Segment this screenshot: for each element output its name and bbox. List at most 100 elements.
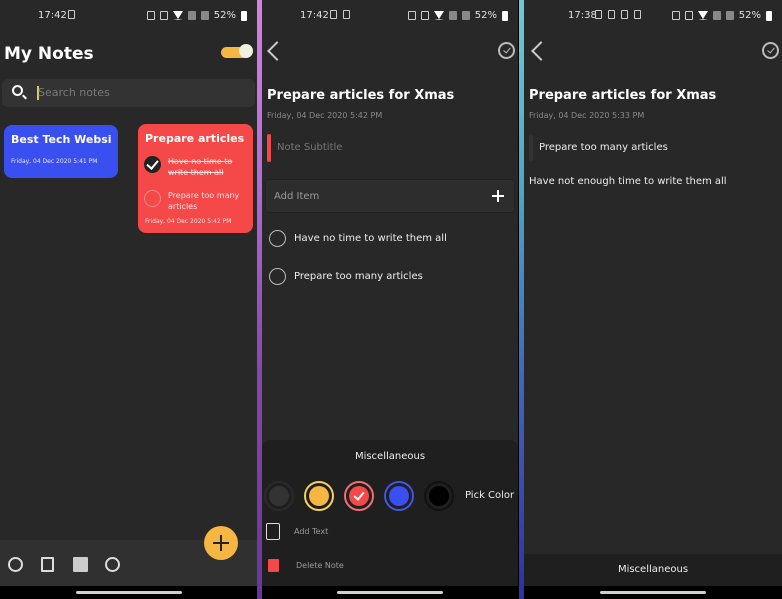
wifi-icon	[697, 11, 708, 20]
status-bar: 17:42 52%	[262, 8, 518, 24]
battery-percent: 52%	[213, 10, 236, 21]
wifi-icon	[172, 11, 183, 20]
checklist-item[interactable]: Have no time to write them all	[144, 156, 244, 178]
color-swatch-red[interactable]	[344, 481, 374, 511]
home-indicator[interactable]	[75, 591, 182, 594]
note-subtitle-input[interactable]: Note Subtitle	[277, 142, 342, 153]
home-indicator[interactable]	[337, 591, 443, 594]
back-icon[interactable]	[531, 41, 551, 61]
checked-icon[interactable]	[144, 156, 161, 173]
status-bar: 17:42 52%	[0, 8, 257, 24]
pick-color-button[interactable]: Pick Color	[465, 490, 514, 501]
signal-icon	[712, 11, 721, 20]
sun-icon	[239, 44, 253, 58]
checklist-item-text: Prepare too many articles	[168, 191, 240, 211]
status-time: 17:42	[300, 10, 329, 21]
note-title[interactable]: Prepare articles for Xmas	[529, 88, 716, 103]
bell-off-icon	[420, 11, 429, 20]
plus-icon[interactable]	[492, 190, 504, 202]
home-indicator[interactable]	[600, 591, 706, 594]
battery-percent: 52%	[738, 10, 761, 21]
status-time: 17:42	[38, 10, 67, 21]
note-card-title: Prepare articles ...	[145, 132, 246, 145]
check-icon	[349, 486, 369, 506]
note-card[interactable]: Prepare articles ... Have no time to wri…	[138, 124, 253, 233]
note-color-indicator	[267, 134, 271, 162]
search-input[interactable]: Search notes	[2, 79, 255, 107]
slack-icon	[621, 10, 628, 19]
sheet-title[interactable]: Miscellaneous	[262, 451, 518, 462]
page-title: My Notes	[4, 44, 94, 64]
battery-icon	[502, 10, 508, 21]
image-notification-icon	[634, 10, 641, 19]
add-item-input[interactable]: Add Item	[265, 179, 515, 213]
battery-icon	[766, 10, 772, 21]
add-text-button[interactable]: Add Text	[266, 523, 328, 540]
battery-percent: 52%	[474, 10, 497, 21]
nfc-icon	[407, 11, 416, 20]
note-subtitle[interactable]: Prepare too many articles	[539, 142, 668, 153]
note-view-screen: 17:38 52% Prepare articles for Xmas Frid…	[524, 0, 782, 599]
system-nav-bar	[524, 586, 782, 599]
note-title[interactable]: Prepare articles for Xmas	[267, 88, 454, 103]
system-nav-bar	[0, 586, 257, 599]
delete-note-button[interactable]: Delete Note	[266, 559, 344, 572]
note-card-date: Friday, 04 Dec 2020 5:42 PM	[145, 218, 232, 225]
image-icon[interactable]	[73, 557, 88, 572]
checklist-item[interactable]: Prepare too many articles	[269, 268, 423, 285]
color-swatch-yellow[interactable]	[304, 481, 334, 511]
unchecked-icon[interactable]	[144, 190, 161, 207]
note-card[interactable]: Best Tech Websit... Friday, 04 Dec 2020 …	[4, 125, 118, 178]
phone-icon	[68, 10, 75, 19]
nfc-icon	[671, 11, 680, 20]
checklist-item[interactable]: Prepare too many articles	[144, 190, 244, 212]
note-date: Friday, 04 Dec 2020 5:33 PM	[529, 111, 645, 120]
unchecked-icon[interactable]	[269, 230, 286, 247]
notes-list-screen: 17:42 52% My Notes Search notes Best Tec…	[0, 0, 257, 599]
phone-icon	[330, 10, 337, 19]
note-body[interactable]: Have not enough time to write them all	[529, 176, 727, 187]
wifi-icon	[433, 11, 444, 20]
miscellaneous-sheet-collapsed[interactable]: Miscellaneous	[524, 554, 782, 586]
checklist-item[interactable]: Have no time to write them all	[269, 230, 447, 247]
note-edit-screen: 17:42 52% Prepare articles for Xmas Frid…	[262, 0, 518, 599]
miscellaneous-sheet: Miscellaneous Pick Color Add Text Delete…	[262, 440, 518, 586]
unchecked-icon[interactable]	[269, 268, 286, 285]
image-notification-icon	[343, 10, 350, 19]
note-color-indicator	[529, 135, 533, 161]
signal-icon	[200, 11, 209, 20]
status-time: 17:38	[568, 10, 597, 21]
search-placeholder: Search notes	[38, 86, 110, 99]
add-text-label: Add Text	[294, 527, 329, 536]
color-swatch-blue[interactable]	[384, 481, 414, 511]
gmail-icon	[595, 10, 602, 19]
checklist-item-text: Have no time to write them all	[168, 157, 233, 177]
back-icon[interactable]	[267, 41, 287, 61]
add-note-button[interactable]	[204, 526, 238, 560]
delete-note-label: Delete Note	[296, 561, 344, 570]
signal-icon	[725, 11, 734, 20]
signal-icon	[187, 11, 196, 20]
nfc-icon	[146, 11, 155, 20]
edit-text-icon	[266, 523, 280, 540]
bell-off-icon	[159, 11, 168, 20]
system-nav-bar	[262, 586, 518, 599]
color-swatch-black[interactable]	[424, 481, 454, 511]
globe-icon[interactable]	[105, 557, 120, 572]
status-bar: 17:38 52%	[524, 8, 782, 24]
battery-icon	[241, 10, 247, 21]
bell-off-icon	[684, 11, 693, 20]
search-icon	[12, 85, 23, 96]
save-check-icon[interactable]	[498, 42, 515, 59]
phone-icon	[608, 10, 615, 19]
note-card-date: Friday, 04 Dec 2020 5:41 PM	[11, 158, 98, 165]
color-swatch-dark[interactable]	[264, 481, 294, 511]
save-check-icon[interactable]	[762, 42, 779, 59]
checklist-item-text: Have no time to write them all	[294, 233, 447, 244]
add-circle-icon[interactable]	[8, 557, 23, 572]
theme-toggle[interactable]	[221, 44, 253, 58]
checklist-item-text: Prepare too many articles	[294, 271, 423, 282]
signal-icon	[448, 11, 457, 20]
add-item-placeholder: Add Item	[274, 191, 320, 202]
checklist-icon[interactable]	[41, 557, 54, 572]
